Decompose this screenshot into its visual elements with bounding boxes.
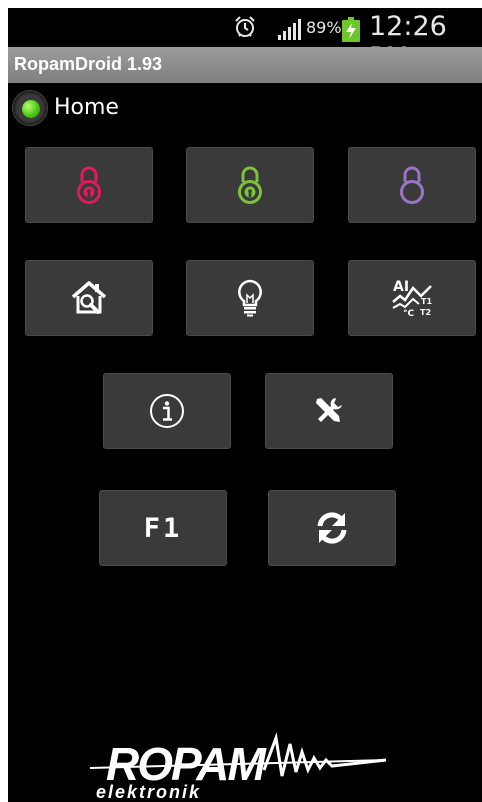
info-icon: [150, 394, 184, 428]
phone-screen: 89% 12:26 PM RopamDroid 1.93 Home: [8, 8, 482, 802]
info-button[interactable]: [103, 373, 231, 449]
analog-temperature-chart-icon: AI T1 °C T2: [392, 279, 432, 318]
ai-text: AI: [393, 279, 409, 295]
status-bar: 89% 12:26 PM: [8, 8, 482, 73]
ropam-elektronik-logo: ROPAM elektronik: [89, 732, 387, 802]
celsius-text: °C: [403, 309, 415, 318]
t2-text: T2: [420, 308, 431, 317]
connection-selector[interactable]: Home: [8, 89, 308, 127]
app-title-bar: RopamDroid 1.93: [8, 47, 482, 83]
lightbulb-icon: [238, 279, 262, 317]
t1-text: T1: [421, 297, 432, 306]
f1-function-button[interactable]: F1: [99, 490, 227, 566]
status-led-icon: [22, 100, 40, 118]
padlock-red-icon: [77, 166, 101, 204]
app-title: RopamDroid 1.93: [14, 54, 163, 74]
zones-button[interactable]: [25, 260, 153, 336]
arm-green-button[interactable]: [186, 147, 314, 223]
battery-percent: 89%: [306, 18, 342, 37]
logo-sub: elektronik: [96, 782, 201, 802]
outputs-button[interactable]: [186, 260, 314, 336]
alarm-icon: [235, 16, 255, 37]
tools-icon: [316, 398, 342, 422]
connection-status-indicator: [12, 90, 48, 126]
house-magnifier-icon: [71, 281, 107, 314]
signal-icon: [278, 19, 301, 40]
padlock-green-icon: [238, 166, 262, 204]
battery-charging-icon: [342, 17, 360, 42]
arm-purple-button[interactable]: [348, 147, 476, 223]
analog-inputs-button[interactable]: AI T1 °C T2: [348, 260, 476, 336]
refresh-icon: [317, 512, 347, 544]
refresh-button[interactable]: [268, 490, 396, 566]
connection-name: Home: [54, 95, 119, 120]
padlock-purple-icon: [400, 166, 424, 204]
arm-red-button[interactable]: [25, 147, 153, 223]
f1-label: F1: [143, 512, 183, 544]
settings-button[interactable]: [265, 373, 393, 449]
